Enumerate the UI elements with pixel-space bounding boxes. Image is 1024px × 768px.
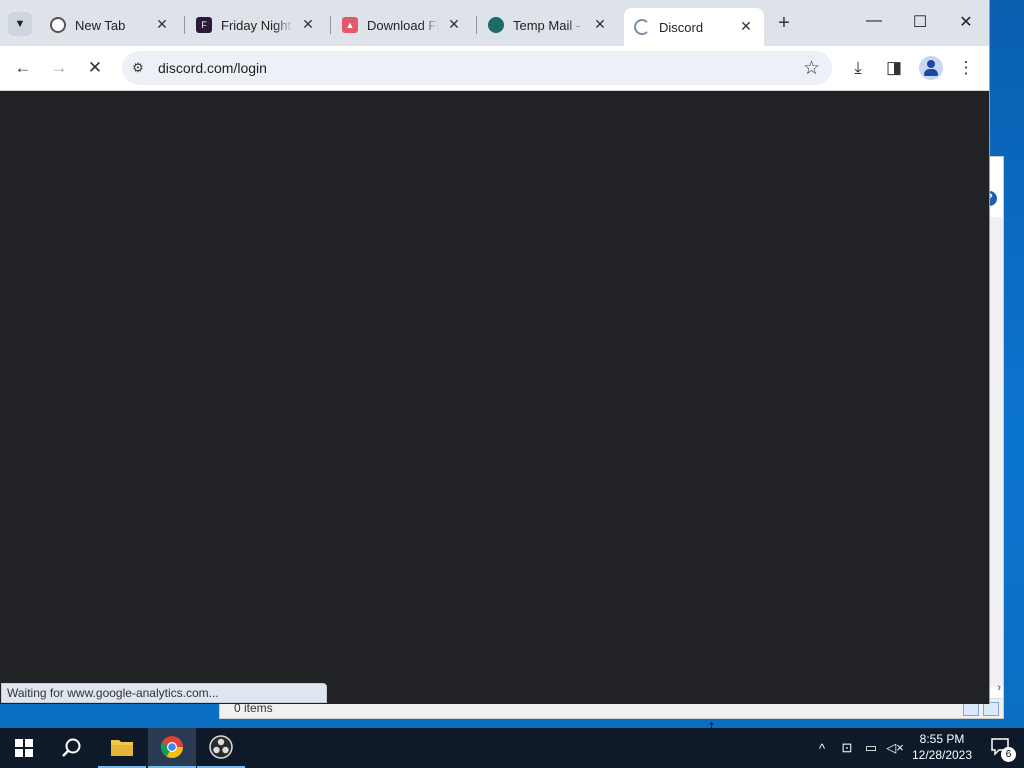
new-tab-button[interactable]: + [773,13,795,35]
tab-search-button[interactable]: ▼ [8,12,32,36]
tempmail-icon [488,17,504,33]
details-view-button[interactable] [963,702,979,716]
close-icon[interactable]: ✕ [300,16,316,33]
tab-label: Discord [659,19,704,35]
clock[interactable]: 8:55 PM 12/28/2023 [910,731,974,763]
close-icon[interactable]: ✕ [592,16,608,33]
side-panel-icon: ◨ [885,58,903,77]
tab-separator [184,16,185,34]
tab-separator [330,16,331,34]
file-explorer-button[interactable] [98,728,146,768]
search-icon [62,738,81,757]
tab-temp-mail[interactable]: Temp Mail - D ✕ [478,8,618,42]
start-button[interactable] [0,728,48,768]
download-icon: ⤓ [854,58,862,77]
tab-new-tab[interactable]: New Tab ✕ [40,8,180,42]
tab-label: Temp Mail - D [513,17,585,33]
tab-label: New Tab [75,17,126,33]
plus-icon: + [778,12,790,34]
arrow-left-icon: ← [14,58,32,77]
address-bar[interactable]: ⚙ discord.com/login ☆ [122,51,832,85]
vertical-scrollbar[interactable] [988,217,1003,687]
close-icon[interactable]: ✕ [154,16,170,33]
more-vert-icon: ⋮ [957,58,975,77]
tab-discord[interactable]: Discord ✕ [624,8,764,46]
taskbar: ^ ⊡ ▭ ◁× 8:55 PM 12/28/2023 6 [0,728,1024,768]
close-icon[interactable]: ✕ [446,16,462,33]
tab-strip: ▼ New Tab ✕ F Friday Night F ✕ ▲ Downloa… [0,0,989,46]
tab-separator [476,16,477,34]
chevron-down-icon: ▼ [14,18,26,30]
volume-tray-button[interactable]: ◁× [884,728,906,768]
loading-spinner-icon [634,19,650,35]
arrow-right-icon: → [50,58,68,77]
forward-button[interactable]: → [47,56,71,80]
network-icon: ▭ [864,740,878,755]
bookmark-star-icon[interactable]: ☆ [803,57,820,80]
menu-button[interactable]: ⋮ [954,56,978,80]
chrome-taskbar-button[interactable] [148,728,196,768]
back-button[interactable]: ← [11,56,35,80]
tab-label: Friday Night F [221,17,293,33]
side-panel-button[interactable]: ◨ [882,56,906,80]
close-icon[interactable]: ✕ [738,18,754,35]
browser-toolbar: ← → ✕ ⚙ discord.com/login ☆ ⤓ ◨ ⋮ [0,46,989,91]
profile-avatar[interactable] [919,56,943,80]
security-tray-button[interactable]: ⊡ [836,728,858,768]
security-alert-icon: ⊡ [841,740,853,755]
chevron-up-icon: ^ [818,740,826,756]
gamejolt-icon: ▲ [342,17,358,33]
clock-time: 8:55 PM [919,732,965,746]
page-content [1,91,988,703]
fnf-logo-icon: F [196,17,212,33]
minimize-icon: — [866,12,882,29]
tab-friday-night[interactable]: F Friday Night F ✕ [186,8,326,42]
site-info-icon[interactable]: ⚙ [130,60,146,76]
close-icon: ✕ [959,14,973,31]
close-window-button[interactable]: ✕ [954,12,978,32]
scroll-right-icon[interactable]: › [997,682,1001,694]
clock-date: 12/28/2023 [911,748,973,762]
maximize-button[interactable]: ☐ [908,12,932,32]
tab-label: Download Fri [367,17,439,33]
stop-icon: ✕ [87,58,103,77]
large-icons-view-button[interactable] [983,702,999,716]
file-explorer-icon [111,740,133,756]
maximize-icon: ☐ [912,14,928,31]
status-bubble: Waiting for www.google-analytics.com... [1,683,327,703]
browser-window: ▼ New Tab ✕ F Friday Night F ✕ ▲ Downloa… [0,0,990,704]
action-center-button[interactable]: 6 [990,736,1016,762]
search-button[interactable] [48,728,96,768]
chrome-icon [50,17,66,33]
network-tray-button[interactable]: ▭ [860,728,882,768]
url-text[interactable]: discord.com/login [158,60,267,76]
notification-count-badge: 6 [1001,747,1016,762]
start-icon [15,739,33,757]
downloads-button[interactable]: ⤓ [846,56,870,80]
obs-icon [209,735,233,759]
show-hidden-icons-button[interactable]: ^ [812,728,832,768]
tab-download[interactable]: ▲ Download Fri ✕ [332,8,472,42]
stop-button[interactable]: ✕ [83,56,107,80]
obs-taskbar-button[interactable] [197,728,245,768]
chrome-icon [160,736,183,758]
volume-muted-icon: ◁× [886,740,904,755]
minimize-button[interactable]: — [862,12,886,30]
